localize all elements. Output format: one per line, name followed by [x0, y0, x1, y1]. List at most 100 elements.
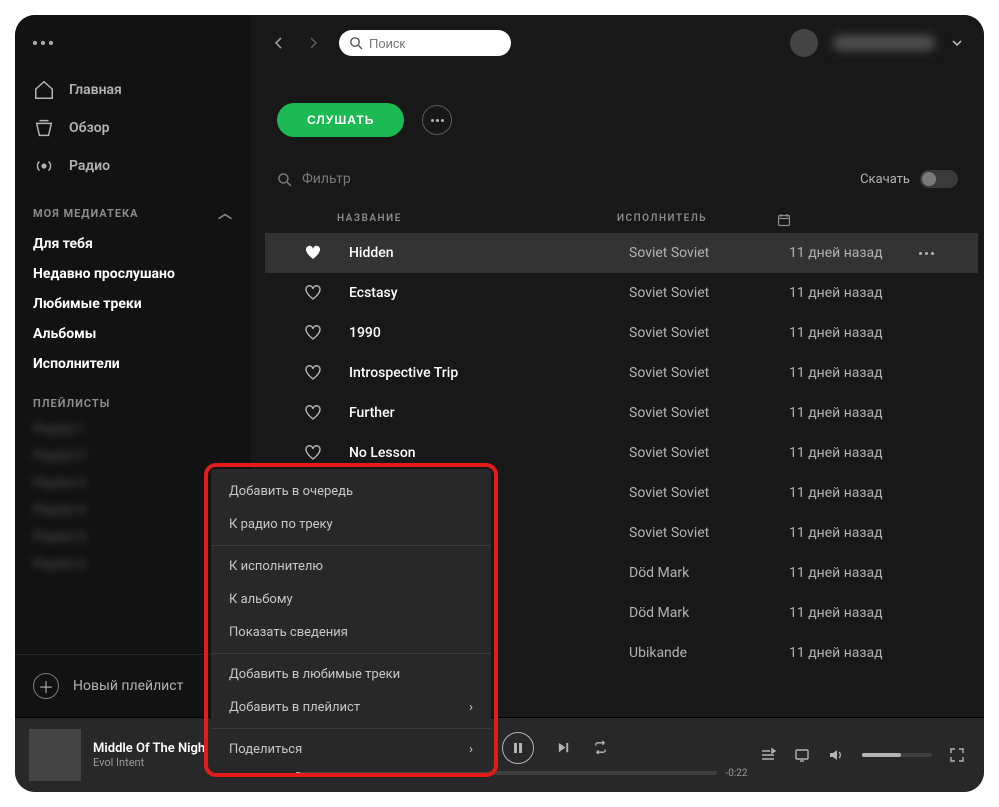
table-header: НАЗВАНИЕ ИСПОЛНИТЕЛЬ [277, 213, 978, 233]
header-actions: СЛУШАТЬ [277, 103, 452, 137]
nav-browse-label: Обзор [69, 120, 110, 136]
track-title: 1990 [349, 325, 629, 341]
library-item[interactable]: Недавно прослушано [15, 259, 251, 289]
track-date: 11 дней назад [789, 245, 919, 261]
table-row[interactable]: 1990Soviet Soviet11 дней назад [265, 313, 978, 353]
context-menu-item[interactable]: Показать сведения [211, 616, 491, 649]
table-row[interactable]: EcstasySoviet Soviet11 дней назад [265, 273, 978, 313]
table-row[interactable]: No LessonSoviet Soviet11 дней назад [265, 433, 978, 473]
track-date: 11 дней назад [789, 445, 919, 461]
column-date[interactable] [777, 213, 907, 227]
nav-home[interactable]: Главная [15, 71, 251, 109]
library-item[interactable]: Любимые треки [15, 289, 251, 319]
divider [211, 545, 491, 546]
heart-icon[interactable] [277, 365, 349, 381]
player-right [760, 747, 984, 763]
heart-icon[interactable] [277, 405, 349, 421]
column-artist[interactable]: ИСПОЛНИТЕЛЬ [617, 213, 777, 227]
back-button[interactable] [271, 35, 287, 51]
repeat-button[interactable] [593, 740, 608, 755]
now-playing-title: Middle Of The Nigh [93, 741, 205, 756]
chevron-down-icon [950, 36, 964, 50]
heart-icon[interactable] [277, 245, 349, 261]
track-artist[interactable]: Soviet Soviet [629, 485, 789, 501]
search-icon [349, 36, 363, 50]
heart-icon[interactable] [277, 445, 349, 461]
playlists-header-label: ПЛЕЙЛИСТЫ [33, 397, 110, 410]
track-artist[interactable]: Soviet Soviet [629, 445, 789, 461]
track-artist[interactable]: Soviet Soviet [629, 245, 789, 261]
context-menu-label: Добавить в плейлист [229, 700, 360, 715]
track-artist[interactable]: Soviet Soviet [629, 525, 789, 541]
now-playing-artist: Evol Intent [93, 756, 205, 769]
library-item[interactable]: Исполнители [15, 349, 251, 379]
forward-button[interactable] [305, 35, 321, 51]
track-artist[interactable]: Soviet Soviet [629, 325, 789, 341]
devices-button[interactable] [794, 747, 810, 763]
user-menu[interactable] [790, 29, 964, 57]
table-row[interactable]: HiddenSoviet Soviet11 дней назад [265, 233, 978, 273]
play-button[interactable]: СЛУШАТЬ [277, 103, 404, 137]
nav-radio[interactable]: Радио [15, 147, 251, 185]
heart-icon[interactable] [277, 285, 349, 301]
home-icon [33, 79, 55, 101]
track-artist[interactable]: Soviet Soviet [629, 405, 789, 421]
nav-radio-label: Радио [69, 158, 110, 174]
context-menu-label: К альбому [229, 592, 293, 607]
divider [211, 728, 491, 729]
download-label: Скачать [860, 172, 910, 187]
context-menu-item[interactable]: К радио по треку [211, 508, 491, 541]
chevron-up-icon[interactable]: ︿ [218, 203, 233, 223]
volume-slider[interactable] [862, 753, 932, 757]
album-art [29, 729, 81, 781]
main-menu-button[interactable] [15, 31, 251, 71]
search-input[interactable] [369, 36, 545, 51]
play-pause-button[interactable] [502, 732, 534, 764]
plus-icon: ＋ [33, 673, 59, 699]
track-title: Introspective Trip [349, 365, 629, 381]
track-artist[interactable]: Död Mark [629, 565, 789, 581]
context-menu-item[interactable]: Добавить в любимые треки [211, 658, 491, 691]
filter-box[interactable]: Фильтр [277, 171, 351, 187]
heart-icon[interactable] [277, 325, 349, 341]
context-menu-item[interactable]: К исполнителю [211, 550, 491, 583]
fullscreen-button[interactable] [950, 748, 964, 762]
context-menu-item[interactable]: Поделиться› [211, 733, 491, 766]
track-title: Hidden [349, 245, 629, 261]
player-bar: Middle Of The Nigh Evol Intent -0:22 [15, 717, 984, 792]
playlist-item[interactable]: Playlist 1 [15, 416, 251, 443]
track-date: 11 дней назад [789, 525, 919, 541]
table-row[interactable]: FurtherSoviet Soviet11 дней назад [265, 393, 978, 433]
context-menu-item[interactable]: К альбому [211, 583, 491, 616]
filter-placeholder: Фильтр [302, 171, 351, 187]
context-menu-label: К исполнителю [229, 559, 323, 574]
track-artist[interactable]: Soviet Soviet [629, 365, 789, 381]
row-more-button[interactable] [919, 252, 959, 255]
nav-home-label: Главная [69, 82, 122, 98]
more-button[interactable] [422, 105, 452, 135]
download-toggle[interactable]: Скачать [860, 170, 958, 188]
library-item[interactable]: Для тебя [15, 229, 251, 259]
track-date: 11 дней назад [789, 605, 919, 621]
table-row[interactable]: Introspective TripSoviet Soviet11 дней н… [265, 353, 978, 393]
chevron-right-icon: › [469, 700, 473, 715]
volume-button[interactable] [828, 747, 844, 763]
track-artist[interactable]: Död Mark [629, 605, 789, 621]
library-item[interactable]: Альбомы [15, 319, 251, 349]
new-playlist-label: Новый плейлист [73, 678, 183, 694]
toggle-switch[interactable] [920, 170, 958, 188]
next-button[interactable] [556, 740, 571, 755]
library-header-label: МОЯ МЕДИАТЕКА [33, 207, 139, 220]
context-menu-item[interactable]: Добавить в плейлист › [211, 691, 491, 724]
nav-browse[interactable]: Обзор [15, 109, 251, 147]
track-title: No Lesson [349, 445, 629, 461]
column-title[interactable]: НАЗВАНИЕ [337, 213, 617, 227]
track-artist[interactable]: Soviet Soviet [629, 285, 789, 301]
track-artist[interactable]: Ubikande [629, 645, 789, 661]
chevron-right-icon: › [469, 742, 473, 757]
queue-button[interactable] [760, 747, 776, 763]
search-box[interactable] [339, 30, 511, 56]
playlist-item[interactable]: Playlist 2 [15, 443, 251, 470]
context-menu: Добавить в очередьК радио по треку К испо… [211, 469, 491, 772]
context-menu-item[interactable]: Добавить в очередь [211, 475, 491, 508]
